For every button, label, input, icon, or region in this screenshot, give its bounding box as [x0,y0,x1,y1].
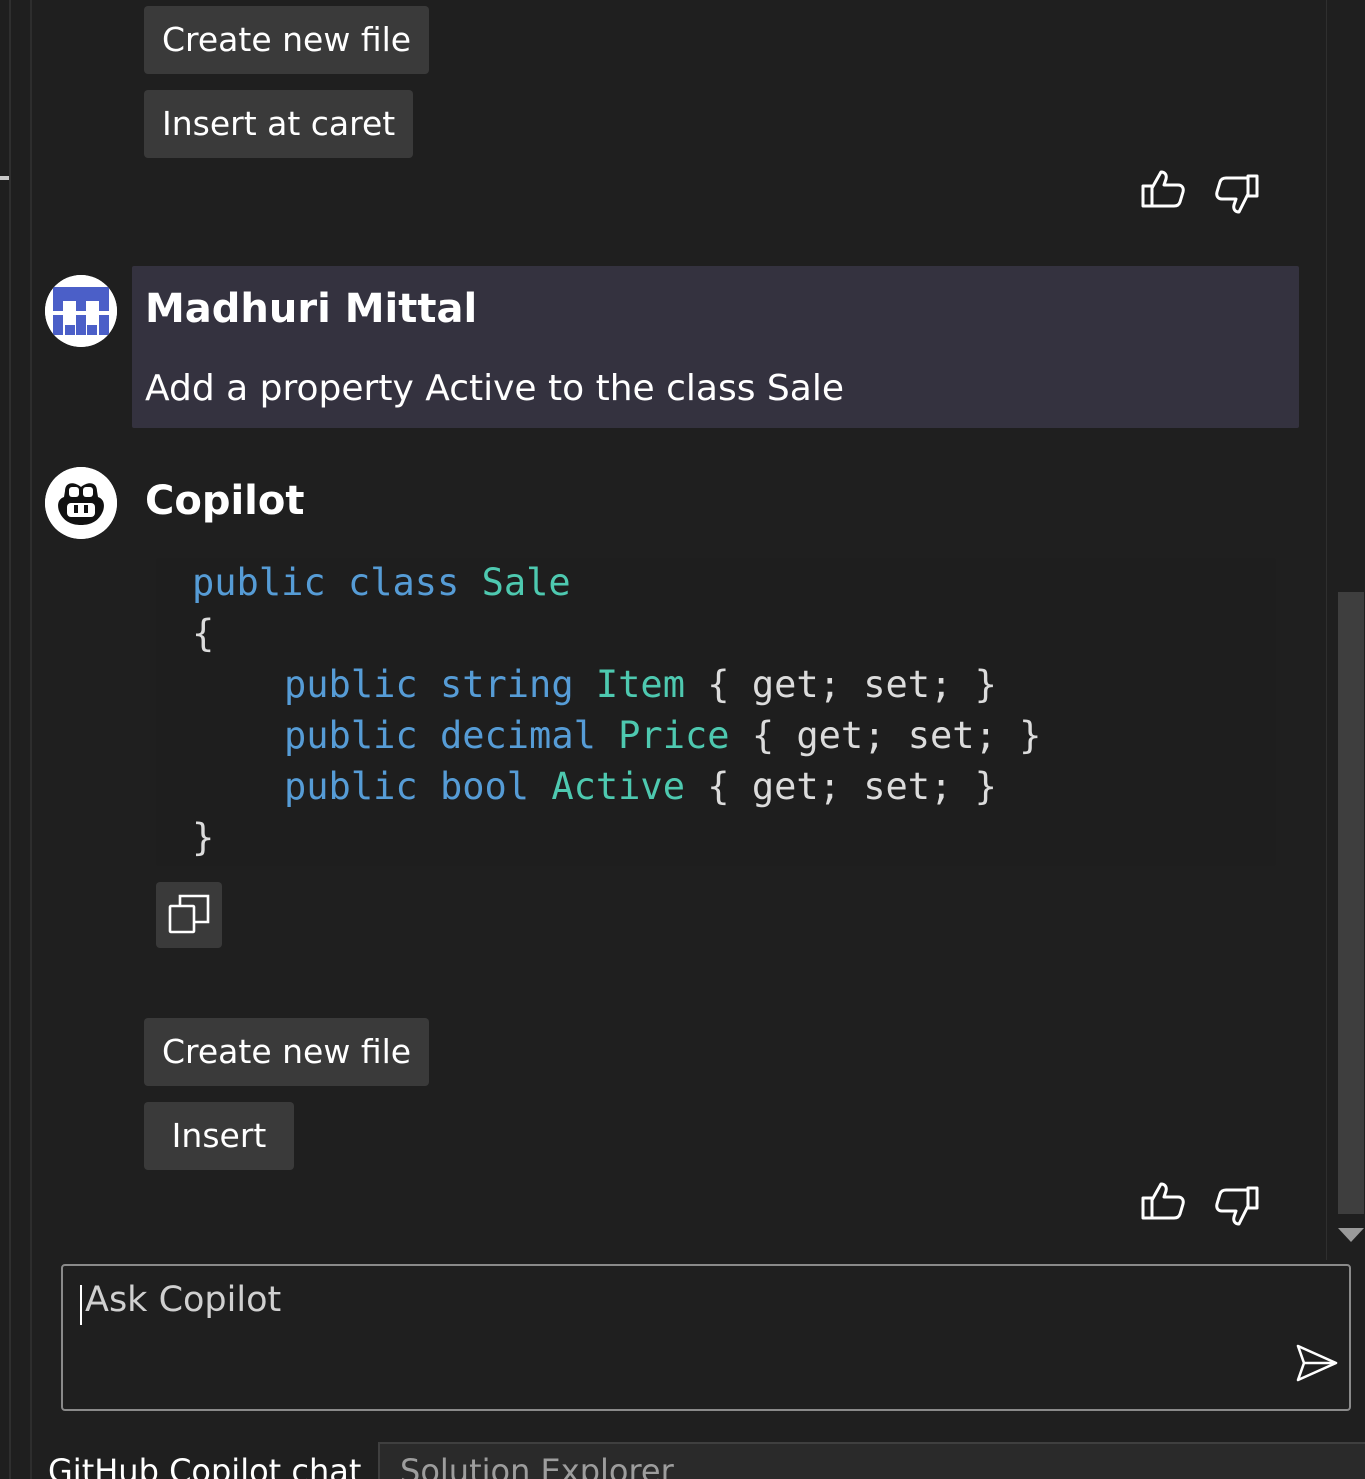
code-line-class-decl: public class Sale [192,558,571,608]
copy-icon [168,894,210,934]
code-keyword: bool [439,765,530,808]
code-keyword: public [192,561,326,604]
code-identifier: Price [618,714,730,757]
panel-divider [1326,0,1327,1260]
code-accessors: { get; set; } [707,765,997,808]
code-close-brace: } [192,816,215,859]
code-keyword: class [347,561,460,604]
code-line-prop: public string Item { get; set; } [284,660,997,710]
send-icon[interactable] [1294,1340,1340,1386]
code-line-prop: public decimal Price { get; set; } [284,711,1041,761]
tab-solution-explorer[interactable]: Solution Explorer [400,1452,674,1479]
tab-github-copilot-chat[interactable]: GitHub Copilot chat [48,1452,361,1479]
code-identifier: Item [595,663,685,706]
code-line-prop: public bool Active { get; set; } [284,762,997,812]
chat-input-placeholder: Ask Copilot [85,1280,282,1320]
left-rail [0,0,32,1479]
copy-code-button[interactable] [156,882,222,948]
rail-divider [9,0,11,1479]
thumbs-up-icon[interactable] [1140,166,1188,214]
thumbs-down-icon[interactable] [1212,1182,1260,1230]
code-open-brace: { [192,612,215,655]
user-message-text: Add a property Active to the class Sale [145,368,844,409]
code-type: Sale [481,561,571,604]
code-keyword: public [284,765,418,808]
thumbs-down-icon[interactable] [1212,170,1260,218]
code-accessors: { get; set; } [751,714,1042,757]
create-new-file-button[interactable]: Create new file [144,1018,430,1086]
scroll-down-arrow-icon[interactable] [1338,1228,1364,1242]
insert-button[interactable]: Insert [144,1102,294,1170]
create-new-file-button-top[interactable]: Create new file [144,6,430,74]
code-keyword: public [284,663,418,706]
rail-marker [0,176,9,180]
tool-window-tabs: GitHub Copilot chat Solution Explorer [30,1440,1365,1479]
code-keyword: string [439,663,574,706]
code-accessors: { get; set; } [707,663,997,706]
code-keyword: public [284,714,418,757]
text-caret [80,1285,82,1325]
user-avatar [45,275,117,347]
insert-at-caret-button[interactable]: Insert at caret [144,90,414,158]
copilot-name: Copilot [145,478,305,524]
code-keyword: decimal [439,714,596,757]
thumbs-up-icon[interactable] [1140,1178,1188,1226]
copilot-avatar [45,467,117,539]
code-identifier: Active [551,765,685,808]
user-name: Madhuri Mittal [145,286,478,332]
scrollbar-thumb[interactable] [1338,592,1364,1214]
